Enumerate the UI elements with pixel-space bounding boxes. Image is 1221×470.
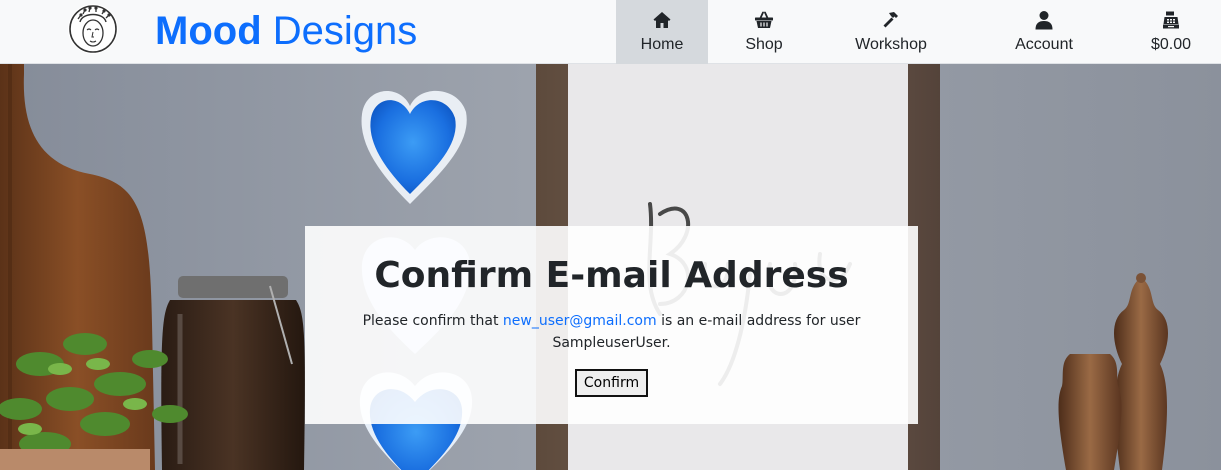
user-icon [1035, 11, 1053, 30]
nav-shop[interactable]: Shop [718, 0, 810, 64]
brand-title-strong: Mood [155, 9, 262, 53]
nav-workshop-label: Workshop [855, 36, 927, 53]
page-title: Confirm E-mail Address [374, 255, 849, 296]
confirm-message-prefix: Please confirm that [362, 313, 503, 329]
nav-workshop[interactable]: Workshop [846, 0, 936, 64]
navbar: Mood Designs Home Shop Workshop Account [0, 0, 1221, 64]
nav-account[interactable]: Account [1000, 0, 1088, 64]
face-logo-icon [69, 5, 117, 53]
confirm-button[interactable]: Confirm [574, 369, 649, 397]
nav-home[interactable]: Home [616, 0, 708, 64]
nav-shop-label: Shop [745, 36, 783, 53]
nav-account-label: Account [1015, 36, 1073, 53]
nav-home-label: Home [640, 36, 684, 53]
nav-cart-total: $0.00 [1150, 36, 1192, 53]
cash-register-icon [1163, 11, 1179, 29]
brand-logo[interactable] [68, 4, 118, 54]
hammer-icon [883, 12, 898, 28]
brand-title[interactable]: Mood Designs [155, 6, 417, 56]
confirm-email-card: Confirm E-mail Address Please confirm th… [305, 226, 918, 424]
confirm-message: Please confirm that new_user@gmail.com i… [352, 310, 872, 354]
home-icon [653, 12, 671, 28]
nav-cart[interactable]: $0.00 [1130, 0, 1212, 64]
email-link[interactable]: new_user@gmail.com [503, 313, 657, 329]
brand-title-rest: Designs [261, 9, 418, 53]
basket-icon [755, 11, 773, 28]
